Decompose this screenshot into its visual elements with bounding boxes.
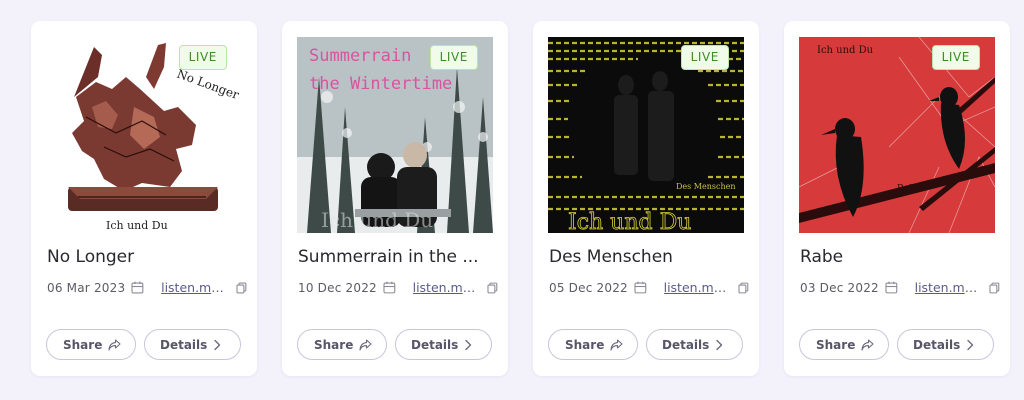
copy-icon[interactable] [738,282,749,294]
details-button-label: Details [160,337,208,352]
chevron-right-icon [716,339,723,351]
chevron-right-icon [214,339,221,351]
details-button-label: Details [662,337,710,352]
share-button-label: Share [63,337,103,352]
svg-text:Des Menschen: Des Menschen [676,182,736,191]
calendar-icon [634,281,647,294]
svg-text:Summerrain: Summerrain [309,46,411,66]
cover-art[interactable]: Ich und Du Rabe LIVE [799,37,995,233]
svg-text:Ich und Du: Ich und Du [568,210,691,233]
release-date: 05 Dec 2022 [549,280,628,295]
share-button-label: Share [565,337,605,352]
copy-icon[interactable] [989,282,1000,294]
svg-text:Ich und Du: Ich und Du [817,45,874,56]
release-title[interactable]: Summerrain in the ... [298,247,494,267]
share-button-label: Share [314,337,354,352]
release-card[interactable]: No Longer Ich und Du LIVE No Longer 06 M… [31,21,257,376]
release-card[interactable]: Des Menschen Ich und Du LIVE Des Mensche… [533,21,759,376]
chevron-right-icon [967,339,974,351]
release-link[interactable]: listen.mu... [161,280,226,295]
release-link[interactable]: listen.mu... [915,280,980,295]
cover-art[interactable]: No Longer Ich und Du LIVE [46,37,242,233]
live-status-badge: LIVE [680,45,729,70]
release-title[interactable]: Rabe [800,247,996,267]
share-button[interactable]: Share [297,329,387,360]
release-meta: 05 Dec 2022 listen.mu... [549,280,749,295]
release-card[interactable]: Ich und Du Rabe LIVE Rabe 03 Dec 2022 li… [784,21,1010,376]
calendar-icon [885,281,898,294]
share-button-label: Share [816,337,856,352]
details-button-label: Details [411,337,459,352]
release-link[interactable]: listen.mu... [413,280,478,295]
svg-text:Rabe: Rabe [897,184,920,194]
share-arrow-icon [861,339,874,351]
release-date: 06 Mar 2023 [47,280,126,295]
release-grid: No Longer Ich und Du LIVE No Longer 06 M… [31,21,1010,376]
share-arrow-icon [359,339,372,351]
share-button[interactable]: Share [799,329,889,360]
release-meta: 06 Mar 2023 listen.mu... [47,280,247,295]
release-date: 03 Dec 2022 [800,280,879,295]
details-button-label: Details [913,337,961,352]
release-meta: 03 Dec 2022 listen.mu... [800,280,1000,295]
live-status-badge: LIVE [178,45,227,70]
release-meta: 10 Dec 2022 listen.mu... [298,280,498,295]
cover-art[interactable]: Summerrain the Wintertime Ich und Du LIV… [297,37,493,233]
cover-art[interactable]: Des Menschen Ich und Du LIVE [548,37,744,233]
details-button[interactable]: Details [897,329,994,360]
release-title[interactable]: No Longer [47,247,243,267]
calendar-icon [383,281,396,294]
live-status-badge: LIVE [931,45,980,70]
copy-icon[interactable] [487,282,498,294]
share-button[interactable]: Share [46,329,136,360]
calendar-icon [131,281,144,294]
details-button[interactable]: Details [646,329,743,360]
release-link[interactable]: listen.mu... [664,280,729,295]
details-button[interactable]: Details [144,329,241,360]
release-title[interactable]: Des Menschen [549,247,745,267]
svg-text:the Wintertime: the Wintertime [309,74,452,94]
chevron-right-icon [465,339,472,351]
live-status-badge: LIVE [429,45,478,70]
svg-text:Ich und Du: Ich und Du [321,208,433,232]
share-arrow-icon [610,339,623,351]
copy-icon[interactable] [236,282,247,294]
svg-text:Ich und Du: Ich und Du [106,219,168,232]
release-card[interactable]: Summerrain the Wintertime Ich und Du LIV… [282,21,508,376]
share-arrow-icon [108,339,121,351]
share-button[interactable]: Share [548,329,638,360]
details-button[interactable]: Details [395,329,492,360]
release-date: 10 Dec 2022 [298,280,377,295]
